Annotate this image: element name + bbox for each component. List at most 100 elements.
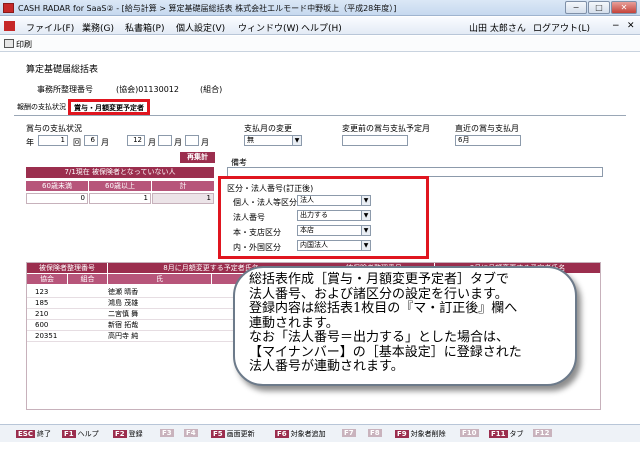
fkey-f4: F4 — [184, 429, 198, 437]
menu-help[interactable]: ヘルプ(H) — [301, 21, 342, 34]
row-name: 新宿 拓哉 — [108, 321, 139, 329]
callout-line: 【マイナンバー】の［基本設定］に登録された — [249, 344, 522, 360]
corp-number-select[interactable]: 出力する ▼ — [297, 210, 371, 221]
chevron-down-icon: ▼ — [361, 241, 370, 250]
row-number: 600 — [35, 321, 49, 329]
fkey-f6[interactable]: F6 対象者追加 — [275, 429, 326, 439]
callout-line: 法人番号、および諸区分の設定を行います。 — [249, 286, 508, 302]
bonus-month-3[interactable] — [158, 135, 172, 146]
toolbar: 印刷 — [0, 36, 640, 52]
insured-under60-value[interactable]: 0 — [26, 193, 88, 204]
fkey-f8: F8 — [368, 429, 382, 437]
row-name: 徳瀬 晴香 — [108, 288, 139, 296]
table-sub-kumiai: 組合 — [68, 274, 107, 284]
close-button[interactable]: ✕ — [611, 1, 637, 14]
mdi-close[interactable]: ✕ — [627, 21, 635, 31]
table-head-number: 被保険者整理番号 — [27, 263, 107, 273]
row-number: 210 — [35, 310, 49, 318]
kubun-label-3: 本・支店区分 — [233, 228, 281, 237]
office-code: (協会)01130012 — [116, 85, 179, 94]
fkey-f3: F3 — [160, 429, 174, 437]
kubun-label-1: 個人・法人等区分 — [233, 198, 297, 207]
user-name: 山田 太郎さん — [469, 24, 526, 34]
function-key-bar: ESC 終了 F1 ヘルプ F2 登録 F3 F4 F5 画面更新 F6 対象者追加 F7… — [0, 424, 640, 442]
insured-over60-value[interactable]: 1 — [89, 193, 151, 204]
mdi-minimize[interactable]: − — [612, 21, 620, 31]
row-number: 123 — [35, 288, 49, 296]
printer-icon — [4, 39, 14, 48]
table-sub-kyokai: 協会 — [27, 274, 67, 284]
bottom-strip — [0, 442, 640, 459]
bonus-times-input[interactable]: 1 — [38, 135, 68, 146]
callout-bubble: 総括表作成［賞与・月額変更予定者］タブで 法人番号、および諸区分の設定を行います… — [233, 266, 577, 386]
fkey-f5[interactable]: F5 画面更新 — [211, 429, 255, 439]
chevron-down-icon: ▼ — [361, 196, 370, 205]
before-change-input[interactable] — [342, 135, 408, 146]
recent-bonus-label: 直近の賞与支払月 — [455, 124, 519, 133]
tab-divider — [14, 115, 626, 116]
fkey-f11[interactable]: F11 タブ — [489, 429, 524, 439]
insured-total-value: 1 — [152, 193, 214, 204]
kubun-label-4: 内・外国区分 — [233, 243, 281, 252]
before-change-label: 変更前の賞与支払予定月 — [342, 124, 430, 133]
bonus-month-4[interactable] — [185, 135, 199, 146]
bonus-month-2[interactable]: 12 — [127, 135, 145, 146]
branch-type-value: 本店 — [300, 226, 314, 234]
callout-line: 総括表作成［賞与・月額変更予定者］タブで — [249, 272, 510, 287]
pay-change-label: 支払月の変更 — [244, 124, 292, 133]
fkey-esc[interactable]: ESC 終了 — [16, 429, 51, 439]
month-unit-4: 月 — [201, 138, 209, 147]
corp-number-value: 出力する — [300, 211, 328, 219]
pay-change-value: 無 — [247, 136, 254, 144]
corp-type-value: 法人 — [300, 196, 314, 204]
row-name: 二宮慎 舞 — [108, 310, 139, 318]
menu-personal-settings[interactable]: 個人設定(V) — [176, 21, 225, 34]
table-sub-shi: 氏 — [108, 274, 211, 284]
year-label: 年 — [26, 138, 34, 147]
month-unit-2: 月 — [148, 138, 156, 147]
tab-bonus-change[interactable]: 賞与・月額変更予定者 — [68, 99, 150, 115]
chevron-down-icon: ▼ — [292, 136, 301, 145]
menu-mailbox[interactable]: 私書箱(P) — [125, 21, 164, 34]
insured-col-total: 計 — [152, 181, 214, 191]
callout-line: なお「法人番号＝出力する」とした場合は、 — [249, 330, 510, 345]
tab-payment-status[interactable]: 報酬の支払状況 — [14, 101, 69, 114]
pay-change-select[interactable]: 無 ▼ — [244, 135, 302, 146]
callout-line: 法人番号が連動されます。 — [249, 359, 404, 374]
title-bar: CASH RADAR for SaaS② - [給与計算 > 算定基礎届総括表 … — [0, 0, 640, 16]
bonus-month-1[interactable]: 6 — [84, 135, 98, 146]
union-label: (組合) — [200, 85, 223, 94]
callout-line: 登録内容は総括表1枚目の『マ・訂正後』欄へ — [249, 301, 518, 316]
branch-type-select[interactable]: 本店 ▼ — [297, 225, 371, 236]
menu-file[interactable]: ファイル(F) — [26, 21, 74, 34]
insured-col-under60: 60歳未満 — [26, 181, 88, 191]
maximize-button[interactable]: □ — [588, 1, 610, 14]
recent-bonus-input[interactable]: 6月 — [455, 135, 521, 146]
callout-line: 連動されます。 — [249, 315, 339, 331]
menu-bar: ファイル(F) 業務(G) 私書箱(P) 個人設定(V) ウィンドウ(W) ヘル… — [0, 17, 640, 35]
domestic-type-value: 内国法人 — [300, 241, 328, 249]
fkey-f2[interactable]: F2 登録 — [113, 429, 143, 439]
times-unit: 回 — [73, 138, 81, 147]
print-button[interactable]: 印刷 — [16, 39, 32, 50]
minimize-button[interactable]: − — [565, 1, 587, 14]
app-icon — [3, 3, 14, 13]
logout-menu[interactable]: ログアウト(L) — [533, 21, 590, 34]
menu-business[interactable]: 業務(G) — [82, 21, 114, 34]
domestic-type-select[interactable]: 内国法人 ▼ — [297, 240, 371, 251]
chevron-down-icon: ▼ — [361, 211, 370, 220]
corp-type-select[interactable]: 法人 ▼ — [297, 195, 371, 206]
row-name: 鴻島 茂雄 — [108, 299, 139, 307]
chevron-down-icon: ▼ — [361, 226, 370, 235]
kubun-title: 区分・法人番号(訂正後) — [227, 184, 314, 193]
page-title: 算定基礎届総括表 — [26, 65, 99, 75]
menu-window[interactable]: ウィンドウ(W) — [238, 21, 299, 34]
recalc-button[interactable]: 再集計 — [180, 152, 215, 163]
office-label: 事務所整理番号 — [37, 85, 93, 94]
row-number: 185 — [35, 299, 49, 307]
fkey-f1[interactable]: F1 ヘルプ — [62, 429, 99, 439]
fkey-f9[interactable]: F9 対象者削除 — [395, 429, 446, 439]
month-unit-1: 月 — [101, 138, 109, 147]
fkey-f12: F12 — [533, 429, 552, 437]
bonus-label: 賞与の支払状況 — [26, 124, 82, 133]
